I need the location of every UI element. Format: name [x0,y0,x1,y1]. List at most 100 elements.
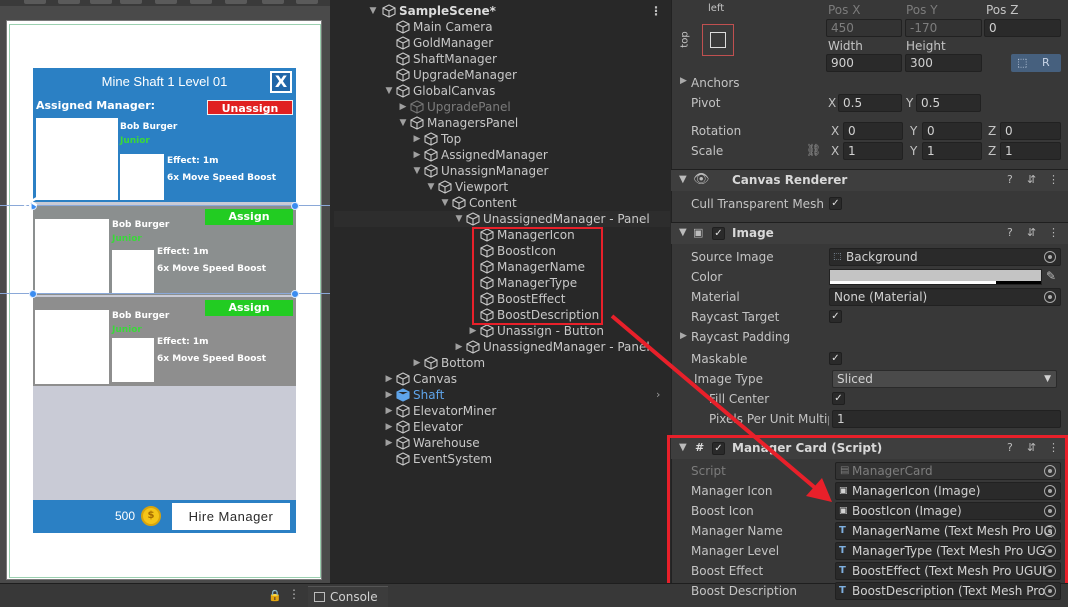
hierarchy-item[interactable]: EventSystem [334,451,670,467]
rect-handle[interactable] [29,290,37,298]
color-swatch[interactable] [829,269,1042,285]
expand-arrow-right-icon[interactable]: ▶ [412,131,422,147]
collapse-arrow-icon[interactable]: ▼ [679,174,687,185]
unassign-button[interactable]: Unassign [207,100,293,115]
hierarchy-item[interactable]: ▶ UpgradePanel [334,99,670,115]
scale-y-field[interactable]: 1 [922,142,982,160]
object-picker-icon[interactable] [1044,525,1056,537]
expand-arrow-right-icon[interactable]: ▶ [454,339,464,355]
fill-center-checkbox[interactable]: ✓ [832,392,845,405]
tab-console[interactable]: Console [308,586,388,607]
toolbar-button[interactable] [155,0,177,4]
toolbar-button[interactable] [296,0,318,4]
expand-arrow-right-icon[interactable]: ▶ [398,99,408,115]
toolbar-button[interactable] [120,0,142,4]
hierarchy-item[interactable]: ▶ ElevatorMiner [334,403,670,419]
toolbar-button[interactable] [262,0,284,4]
toolbar-button[interactable] [225,0,247,4]
context-menu-icon[interactable]: ⋮ [1048,441,1059,454]
blueprint-raw-toggle[interactable]: ⬚ R [1011,54,1061,72]
hierarchy-item[interactable]: ▼ UnassignManager [334,163,670,179]
expand-arrow-right-icon[interactable]: ▶ [384,419,394,435]
hierarchy-item[interactable]: ▶ Shaft [334,387,670,403]
anchors-label[interactable]: Anchors [691,76,740,90]
pivot-gizmo-icon[interactable]: ✲ [22,192,39,212]
help-icon[interactable]: ? [1007,441,1013,454]
rot-y-field[interactable]: 0 [922,122,982,140]
hierarchy-item[interactable]: ▼ ManagersPanel [334,115,670,131]
preset-icon[interactable]: ⇵ [1027,173,1036,186]
source-image-field[interactable]: ⬚ Background [829,248,1061,266]
raycast-target-checkbox[interactable]: ✓ [829,310,842,323]
expand-arrow-down-icon[interactable]: ▼ [440,195,450,211]
object-picker-icon[interactable] [1044,565,1056,577]
help-icon[interactable]: ? [1007,226,1013,239]
preset-icon[interactable]: ⇵ [1027,226,1036,239]
manager-icon-field[interactable]: ▣ ManagerIcon (Image) [835,482,1061,500]
collapse-arrow-icon[interactable]: ▼ [679,442,687,453]
object-picker-icon[interactable] [1044,251,1056,263]
script-enabled-checkbox[interactable]: ✓ [712,442,725,455]
hierarchy-item[interactable]: ▼ SampleScene* [334,3,670,19]
anchors-arrow-icon[interactable]: ▶ [680,76,687,86]
expand-arrow-down-icon[interactable]: ▼ [384,83,394,99]
rect-handle[interactable] [291,202,299,210]
hierarchy-item[interactable]: ▶ Canvas [334,371,670,387]
expand-arrow-down-icon[interactable]: ▼ [412,163,422,179]
toolbar-button[interactable] [90,0,112,4]
help-icon[interactable]: ? [1007,173,1013,186]
boost-description-field[interactable]: T BoostDescription (Text Mesh Pro [835,582,1061,600]
ppu-field[interactable]: 1 [832,410,1061,428]
maskable-checkbox[interactable]: ✓ [829,352,842,365]
height-field[interactable]: 300 [905,54,982,72]
hierarchy-item[interactable]: ▼ UnassignedManager - Panel [334,211,670,227]
expand-arrow-right-icon[interactable]: ▶ [468,323,478,339]
game-view[interactable]: Mine Shaft 1 Level 01 X Assigned Manager… [0,0,330,583]
expand-arrow-down-icon[interactable]: ▼ [454,211,464,227]
hierarchy-item[interactable]: ▶ Warehouse [334,435,670,451]
pos-z-field[interactable]: 0 [984,19,1061,37]
anchor-preset-button[interactable] [702,24,734,56]
hierarchy-item[interactable]: ▶ Elevator [334,419,670,435]
boost-effect-field[interactable]: T BoostEffect (Text Mesh Pro UGUI [835,562,1061,580]
hierarchy-item[interactable]: UpgradeManager [334,67,670,83]
object-picker-icon[interactable] [1044,505,1056,517]
context-menu-icon[interactable]: ⋮ [1048,226,1059,239]
pos-y-field[interactable]: -170 [905,19,982,37]
close-button[interactable]: X [270,71,292,93]
cull-checkbox[interactable]: ✓ [829,197,842,210]
image-type-dropdown[interactable]: Sliced ▼ [832,370,1057,388]
expand-arrow-right-icon[interactable]: ▶ [384,371,394,387]
unassigned-manager-card[interactable]: Assign Bob Burger Junior Effect: 1m 6x M… [33,297,296,386]
hierarchy-item[interactable]: ▼ GlobalCanvas [334,83,670,99]
expand-arrow-down-icon[interactable]: ▼ [426,179,436,195]
hierarchy-item[interactable]: ShaftManager [334,51,670,67]
object-picker-icon[interactable] [1044,585,1056,597]
hierarchy-item[interactable]: ▶ Bottom [334,355,670,371]
material-field[interactable]: None (Material) [829,288,1061,306]
image-header[interactable]: ▼ ▣ ✓ Image ? ⇵ ⋮ [671,222,1068,244]
manager-card-header[interactable]: ▼ # ✓ Manager Card (Script) ? ⇵ ⋮ [671,437,1068,459]
expand-arrow-right-icon[interactable]: ▶ [412,355,422,371]
raycast-padding-label[interactable]: Raycast Padding [691,330,790,344]
scale-x-field[interactable]: 1 [843,142,903,160]
context-menu-icon[interactable]: ⋮ [1048,173,1059,186]
object-picker-icon[interactable] [1044,485,1056,497]
rect-handle[interactable] [291,290,299,298]
image-enabled-checkbox[interactable]: ✓ [712,227,725,240]
hierarchy-item[interactable]: ▶ Top [334,131,670,147]
object-picker-icon[interactable] [1044,545,1056,557]
object-picker-icon[interactable] [1044,291,1056,303]
canvas-renderer-header[interactable]: ▼ 👁 Canvas Renderer ? ⇵ ⋮ [671,169,1068,191]
more-icon[interactable]: ⋮ [288,587,300,601]
raycast-padding-arrow-icon[interactable]: ▶ [680,331,687,341]
expand-arrow-right-icon[interactable]: ▶ [384,387,394,403]
width-field[interactable]: 900 [826,54,902,72]
rot-z-field[interactable]: 0 [1000,122,1061,140]
unassigned-manager-card[interactable]: Assign Bob Burger Junior Effect: 1m 6x M… [33,206,296,295]
expand-arrow-down-icon[interactable]: ▼ [398,115,408,131]
hierarchy-item[interactable]: ▶ AssignedManager [334,147,670,163]
hierarchy-item[interactable]: ▶ Unassign - Button [334,323,670,339]
boost-icon-field[interactable]: ▣ BoostIcon (Image) [835,502,1061,520]
hierarchy-item[interactable]: ▼ Content [334,195,670,211]
